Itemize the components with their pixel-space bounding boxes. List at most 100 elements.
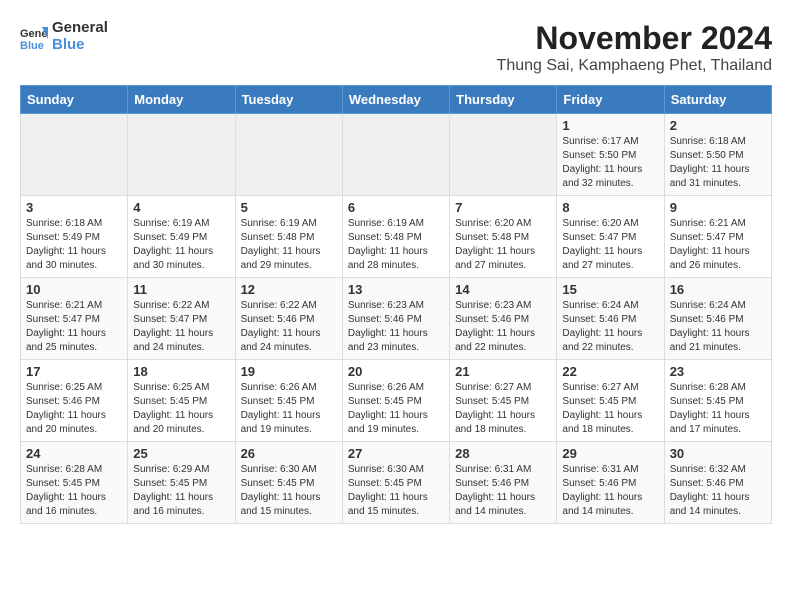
day-number: 10 [26,282,122,297]
day-info: Sunrise: 6:28 AM Sunset: 5:45 PM Dayligh… [670,381,766,437]
day-info: Sunrise: 6:20 AM Sunset: 5:47 PM Dayligh… [562,217,658,273]
calendar-cell: 6 Sunrise: 6:19 AM Sunset: 5:48 PM Daylig… [342,196,449,278]
day-number: 2 [670,118,766,133]
day-number: 29 [562,446,658,461]
calendar-body: 1 Sunrise: 6:17 AM Sunset: 5:50 PM Daylig… [21,114,772,524]
day-info: Sunrise: 6:31 AM Sunset: 5:46 PM Dayligh… [562,463,658,519]
day-info: Sunrise: 6:19 AM Sunset: 5:48 PM Dayligh… [348,217,444,273]
day-number: 19 [241,364,337,379]
calendar-cell: 21Sunrise: 6:27 AM Sunset: 5:45 PM Dayli… [450,360,557,442]
calendar-cell [450,114,557,196]
day-number: 30 [670,446,766,461]
calendar-cell: 22 Sunrise: 6:27 AM Sunset: 5:45 PM Dayli… [557,360,664,442]
location-title: Thung Sai, Kamphaeng Phet, Thailand [497,57,772,75]
day-info: Sunrise: 6:23 AM Sunset: 5:46 PM Dayligh… [455,299,551,355]
day-number: 22 [562,364,658,379]
day-number: 26 [241,446,337,461]
day-number: 21 [455,364,551,379]
calendar-cell: 12 Sunrise: 6:22 AM Sunset: 5:46 PM Dayli… [235,278,342,360]
calendar-cell: 17 Sunrise: 6:25 AM Sunset: 5:46 PM Dayli… [21,360,128,442]
day-number: 9 [670,200,766,215]
calendar-cell: 23Sunrise: 6:28 AM Sunset: 5:45 PM Dayli… [664,360,771,442]
logo: General Blue General Blue [20,20,108,53]
calendar-cell: 20Sunrise: 6:26 AM Sunset: 5:45 PM Dayli… [342,360,449,442]
day-number: 4 [133,200,229,215]
day-number: 18 [133,364,229,379]
day-number: 25 [133,446,229,461]
logo-icon: General Blue [20,23,48,51]
day-info: Sunrise: 6:17 AM Sunset: 5:50 PM Dayligh… [562,135,658,191]
calendar-week-row: 3 Sunrise: 6:18 AM Sunset: 5:49 PM Daylig… [21,196,772,278]
day-number: 3 [26,200,122,215]
calendar-cell: 30 Sunrise: 6:32 AM Sunset: 5:46 PM Dayli… [664,442,771,524]
day-info: Sunrise: 6:21 AM Sunset: 5:47 PM Dayligh… [26,299,122,355]
day-number: 6 [348,200,444,215]
calendar-cell: 5 Sunrise: 6:19 AM Sunset: 5:48 PM Daylig… [235,196,342,278]
calendar-cell: 19 Sunrise: 6:26 AM Sunset: 5:45 PM Dayli… [235,360,342,442]
calendar-cell [21,114,128,196]
header: General Blue General Blue November 2024 … [20,20,772,75]
calendar-cell: 8 Sunrise: 6:20 AM Sunset: 5:47 PM Daylig… [557,196,664,278]
day-info: Sunrise: 6:19 AM Sunset: 5:48 PM Dayligh… [241,217,337,273]
calendar-cell [342,114,449,196]
day-info: Sunrise: 6:20 AM Sunset: 5:48 PM Dayligh… [455,217,551,273]
day-number: 12 [241,282,337,297]
calendar-cell: 25 Sunrise: 6:29 AM Sunset: 5:45 PM Dayli… [128,442,235,524]
day-number: 28 [455,446,551,461]
calendar-cell: 16Sunrise: 6:24 AM Sunset: 5:46 PM Dayli… [664,278,771,360]
day-info: Sunrise: 6:24 AM Sunset: 5:46 PM Dayligh… [562,299,658,355]
weekday-header: Saturday [664,86,771,114]
day-info: Sunrise: 6:22 AM Sunset: 5:47 PM Dayligh… [133,299,229,355]
weekday-header: Sunday [21,86,128,114]
calendar-cell: 28Sunrise: 6:31 AM Sunset: 5:46 PM Dayli… [450,442,557,524]
day-number: 17 [26,364,122,379]
title-area: November 2024 Thung Sai, Kamphaeng Phet,… [497,20,772,75]
day-number: 15 [562,282,658,297]
calendar-cell: 3 Sunrise: 6:18 AM Sunset: 5:49 PM Daylig… [21,196,128,278]
day-info: Sunrise: 6:26 AM Sunset: 5:45 PM Dayligh… [241,381,337,437]
day-info: Sunrise: 6:30 AM Sunset: 5:45 PM Dayligh… [241,463,337,519]
svg-text:Blue: Blue [20,40,44,51]
calendar-table: SundayMondayTuesdayWednesdayThursdayFrid… [20,85,772,524]
day-info: Sunrise: 6:22 AM Sunset: 5:46 PM Dayligh… [241,299,337,355]
day-info: Sunrise: 6:19 AM Sunset: 5:49 PM Dayligh… [133,217,229,273]
day-info: Sunrise: 6:29 AM Sunset: 5:45 PM Dayligh… [133,463,229,519]
day-number: 13 [348,282,444,297]
calendar-cell: 24Sunrise: 6:28 AM Sunset: 5:45 PM Dayli… [21,442,128,524]
day-number: 1 [562,118,658,133]
day-info: Sunrise: 6:30 AM Sunset: 5:45 PM Dayligh… [348,463,444,519]
calendar-cell: 11Sunrise: 6:22 AM Sunset: 5:47 PM Dayli… [128,278,235,360]
calendar-cell: 10 Sunrise: 6:21 AM Sunset: 5:47 PM Dayli… [21,278,128,360]
day-info: Sunrise: 6:23 AM Sunset: 5:46 PM Dayligh… [348,299,444,355]
day-number: 7 [455,200,551,215]
calendar-cell: 18 Sunrise: 6:25 AM Sunset: 5:45 PM Dayli… [128,360,235,442]
weekday-header: Tuesday [235,86,342,114]
weekday-header: Wednesday [342,86,449,114]
calendar-cell: 7 Sunrise: 6:20 AM Sunset: 5:48 PM Daylig… [450,196,557,278]
calendar-cell: 26 Sunrise: 6:30 AM Sunset: 5:45 PM Dayli… [235,442,342,524]
day-number: 5 [241,200,337,215]
calendar-cell: 15 Sunrise: 6:24 AM Sunset: 5:46 PM Dayli… [557,278,664,360]
calendar-cell: 13 Sunrise: 6:23 AM Sunset: 5:46 PM Dayli… [342,278,449,360]
day-info: Sunrise: 6:21 AM Sunset: 5:47 PM Dayligh… [670,217,766,273]
day-number: 8 [562,200,658,215]
day-number: 24 [26,446,122,461]
day-info: Sunrise: 6:25 AM Sunset: 5:46 PM Dayligh… [26,381,122,437]
calendar-week-row: 10 Sunrise: 6:21 AM Sunset: 5:47 PM Dayli… [21,278,772,360]
calendar-week-row: 1 Sunrise: 6:17 AM Sunset: 5:50 PM Daylig… [21,114,772,196]
day-info: Sunrise: 6:18 AM Sunset: 5:49 PM Dayligh… [26,217,122,273]
calendar-cell: 2 Sunrise: 6:18 AM Sunset: 5:50 PM Daylig… [664,114,771,196]
day-info: Sunrise: 6:25 AM Sunset: 5:45 PM Dayligh… [133,381,229,437]
day-number: 14 [455,282,551,297]
calendar-cell [235,114,342,196]
day-info: Sunrise: 6:26 AM Sunset: 5:45 PM Dayligh… [348,381,444,437]
day-info: Sunrise: 6:32 AM Sunset: 5:46 PM Dayligh… [670,463,766,519]
day-info: Sunrise: 6:27 AM Sunset: 5:45 PM Dayligh… [562,381,658,437]
day-number: 16 [670,282,766,297]
calendar-cell: 1 Sunrise: 6:17 AM Sunset: 5:50 PM Daylig… [557,114,664,196]
weekday-header: Monday [128,86,235,114]
logo-text-general: General [52,20,108,37]
calendar-cell: 9 Sunrise: 6:21 AM Sunset: 5:47 PM Daylig… [664,196,771,278]
day-number: 27 [348,446,444,461]
day-info: Sunrise: 6:18 AM Sunset: 5:50 PM Dayligh… [670,135,766,191]
